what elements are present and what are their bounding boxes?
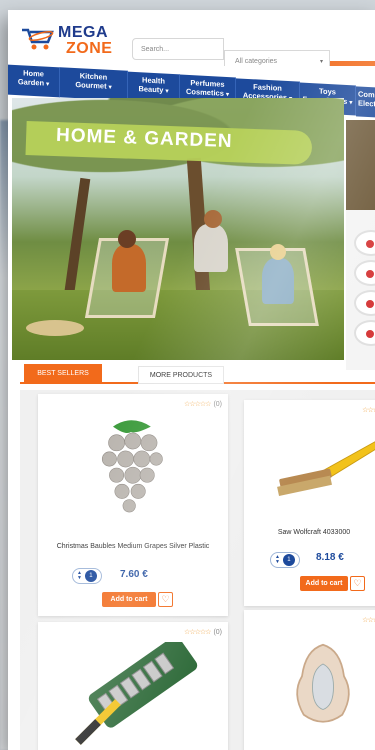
nav-item-home-garden[interactable]: Home Garden ▾ <box>8 64 60 98</box>
product-price: 8.18 € <box>316 552 344 563</box>
quantity-value: 1 <box>282 554 295 566</box>
star-icons: ☆☆☆ <box>362 407 375 414</box>
product-card[interactable]: ☆☆☆ <box>244 610 375 750</box>
wishlist-heart-icon[interactable]: ♡ <box>350 576 365 591</box>
site-header: MEGA ZONE Search... All categories ▾ Sea… <box>8 10 375 83</box>
plate-image <box>354 290 375 316</box>
hero-side-panel[interactable] <box>346 120 375 370</box>
stepper-arrows-icon[interactable]: ▲ ▼ <box>275 555 280 565</box>
brand-name-bottom: ZONE <box>66 40 113 57</box>
straw-hat-image <box>26 320 84 336</box>
tab-best-sellers[interactable]: BEST SELLERS <box>24 364 102 382</box>
nav-item-label: Cosmetics <box>185 86 224 98</box>
product-tabs: BEST SELLERS MORE PRODUCTS <box>20 362 375 384</box>
star-icons: ☆☆☆ <box>362 617 375 624</box>
brand-logo[interactable]: MEGA ZONE <box>20 20 120 60</box>
product-name[interactable]: Saw Wolfcraft 4033000 <box>252 528 375 537</box>
category-select-value: All categories <box>235 57 278 65</box>
rating-stars: ☆☆☆☆☆ (0) <box>184 628 222 636</box>
rating-stars: ☆☆☆☆☆ (0) <box>184 400 222 408</box>
star-icons: ☆☆☆☆☆ <box>184 629 211 636</box>
add-to-cart-button[interactable]: Add to cart <box>102 592 156 607</box>
add-to-cart-button[interactable]: Add to cart <box>300 576 348 591</box>
product-card[interactable]: ☆☆☆☆☆ (0) <box>38 622 228 750</box>
rating-count: (0) <box>213 629 222 636</box>
nav-item-label: Gourmet <box>75 80 107 91</box>
plate-image <box>354 260 375 286</box>
product-price: 7.60 € <box>120 569 148 580</box>
rating-count: (0) <box>213 401 222 408</box>
product-name[interactable]: Christmas Baubles Medium Grapes Silver P… <box>46 542 220 551</box>
chevron-down-icon: ▾ <box>349 100 353 107</box>
quantity-stepper[interactable]: ▲ ▼ 1 <box>270 552 300 568</box>
shopping-cart-logo-icon <box>22 28 54 50</box>
plate-image <box>354 230 375 256</box>
nav-item-kitchen-gourmet[interactable]: Kitchen Gourmet ▾ <box>60 67 128 101</box>
stepper-arrows-icon[interactable]: ▲ ▼ <box>77 571 82 581</box>
quantity-value: 1 <box>84 570 97 582</box>
nav-item-label: Garden <box>17 77 45 88</box>
tilted-phone-screen: MEGA ZONE Search... All categories ▾ Sea… <box>8 10 375 750</box>
quantity-stepper[interactable]: ▲ ▼ 1 <box>72 568 102 584</box>
product-image-hamsa-mirror <box>296 643 350 723</box>
product-image-baubles <box>101 420 163 513</box>
chevron-down-icon: ▾ <box>319 58 323 65</box>
product-card[interactable]: ☆☆☆ Saw Wolfcraft 4033000 ▲▼ 1 8.18 € Ad… <box>244 400 375 606</box>
nav-item-computers-electronics[interactable]: Comp Electr <box>356 86 375 118</box>
chevron-down-icon: ▾ <box>46 81 50 88</box>
tab-more-products[interactable]: MORE PRODUCTS <box>138 366 224 384</box>
rating-stars: ☆☆☆ <box>362 616 375 624</box>
person-image <box>112 244 146 292</box>
category-nav: Home Garden ▾ Kitchen Gourmet ▾ Health B… <box>8 64 375 118</box>
person-image <box>270 244 286 260</box>
wishlist-heart-icon[interactable]: ♡ <box>158 592 173 607</box>
hero-banner[interactable]: HOME & GARDEN <box>12 98 344 360</box>
chevron-down-icon: ▾ <box>165 88 169 95</box>
rating-stars: ☆☆☆ <box>362 406 375 414</box>
person-image <box>118 230 136 248</box>
star-icons: ☆☆☆☆☆ <box>184 401 211 408</box>
product-image-wire-brush <box>277 441 375 497</box>
product-grid: ☆☆☆☆☆ (0) Christmas Baubles Medium Grapes… <box>20 390 375 750</box>
person-image <box>204 210 222 228</box>
product-card[interactable]: ☆☆☆☆☆ (0) Christmas Baubles Medium Grapes… <box>38 394 228 616</box>
nav-item-label: Electr <box>358 98 375 109</box>
plate-image <box>354 320 375 346</box>
soil-image <box>346 120 375 210</box>
chevron-down-icon: ▾ <box>108 84 112 91</box>
person-image <box>262 258 294 304</box>
person-image <box>194 224 228 272</box>
product-image-socket-set <box>75 642 198 745</box>
nav-item-label: Beauty <box>138 84 164 95</box>
search-input[interactable]: Search... <box>132 38 224 60</box>
